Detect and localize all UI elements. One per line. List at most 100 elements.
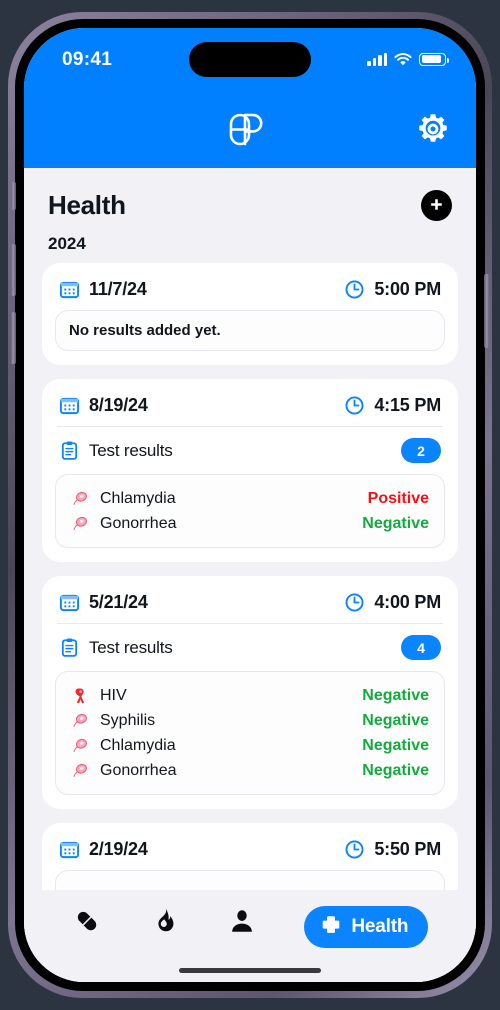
result-label-group: HIV <box>71 686 127 705</box>
result-value: Negative <box>362 736 429 754</box>
microbe-icon <box>73 738 87 752</box>
phone-screen: 09:41 Health 2024 11/7/24 5:00 PM No res… <box>24 28 476 982</box>
result-name: Gonorrhea <box>100 761 177 779</box>
power-button[interactable] <box>484 274 489 348</box>
result-name: Gonorrhea <box>100 514 177 532</box>
silent-switch[interactable] <box>11 182 16 210</box>
test-results-count-badge: 4 <box>401 635 441 660</box>
result-value: Negative <box>362 711 429 729</box>
status-bar-clock: 09:41 <box>62 49 113 70</box>
empty-results-text: No results added yet. <box>69 322 221 339</box>
health-record-card[interactable]: 5/21/24 4:00 PM Test results 4 HIV Negat… <box>42 576 458 809</box>
home-indicator <box>179 968 321 973</box>
ribbon-icon <box>75 688 85 704</box>
card-date: 2/19/24 <box>59 839 148 860</box>
clock-icon <box>345 280 364 299</box>
microbe-icon <box>73 491 87 505</box>
result-name: Chlamydia <box>100 489 176 507</box>
results-list: Chlamydia Positive Gonorrhea Negative <box>55 474 445 548</box>
test-results-header: Test results 2 <box>55 427 445 474</box>
calendar-icon <box>59 397 80 415</box>
result-label-group: Chlamydia <box>71 736 176 755</box>
medical-cross-icon <box>323 916 340 933</box>
card-time-text: 5:50 PM <box>374 839 441 859</box>
person-icon[interactable] <box>227 906 257 936</box>
result-name: Chlamydia <box>100 736 176 754</box>
status-bar: 09:41 <box>24 28 476 90</box>
dynamic-island <box>189 42 311 77</box>
test-results-label: Test results <box>89 440 173 460</box>
battery-icon <box>419 52 449 66</box>
test-results-count-badge: 2 <box>401 438 441 463</box>
results-list: HIV Negative Syphilis Negative Chlamydia… <box>55 671 445 795</box>
cellular-signal-icon <box>367 52 387 66</box>
plus-icon <box>431 199 442 210</box>
year-section-header: 2024 <box>48 234 86 253</box>
card-date-text: 5/21/24 <box>89 592 148 612</box>
microbe-icon <box>73 763 87 777</box>
add-record-button[interactable] <box>421 190 452 221</box>
card-date-text: 8/19/24 <box>89 395 148 415</box>
microbe-icon <box>73 713 87 727</box>
gear-icon[interactable] <box>416 112 450 146</box>
card-date: 8/19/24 <box>59 395 148 416</box>
phone-frame: 09:41 Health 2024 11/7/24 5:00 PM No res… <box>8 12 492 998</box>
card-date: 5/21/24 <box>59 592 148 613</box>
volume-up-button[interactable] <box>11 244 16 296</box>
result-label-group: Chlamydia <box>71 489 176 508</box>
status-bar-indicators <box>367 52 449 66</box>
card-header: 2/19/24 5:50 PM <box>55 836 445 870</box>
card-date-text: 11/7/24 <box>89 279 147 299</box>
clipboard-icon <box>61 638 78 657</box>
result-row: Chlamydia Negative <box>69 733 431 758</box>
wifi-icon <box>394 52 412 65</box>
calendar-icon <box>59 281 80 299</box>
clipboard-icon <box>61 441 78 460</box>
page-title: Health <box>48 190 126 220</box>
test-results-header: Test results 4 <box>55 624 445 671</box>
result-value: Negative <box>362 761 429 779</box>
card-time-text: 4:15 PM <box>374 395 441 415</box>
content-sheet: Health 2024 11/7/24 5:00 PM No results a… <box>24 168 476 982</box>
screenshot-stage: 09:41 Health 2024 11/7/24 5:00 PM No res… <box>0 0 500 1010</box>
result-name: HIV <box>100 686 127 704</box>
pill-icon[interactable] <box>72 906 102 936</box>
result-label-group: Gonorrhea <box>71 761 177 780</box>
health-record-card[interactable]: 8/19/24 4:15 PM Test results 2 Chlamydia… <box>42 379 458 562</box>
result-value: Negative <box>362 686 429 704</box>
card-time-text: 5:00 PM <box>374 279 441 299</box>
flame-icon[interactable] <box>149 906 179 936</box>
test-results-label-group: Test results <box>59 440 173 461</box>
content-scroll-area[interactable]: Health 2024 11/7/24 5:00 PM No results a… <box>24 168 476 925</box>
volume-down-button[interactable] <box>11 312 16 364</box>
card-header: 11/7/24 5:00 PM <box>55 276 445 310</box>
clock-icon <box>345 593 364 612</box>
clock-icon <box>345 396 364 415</box>
result-name: Syphilis <box>100 711 156 729</box>
phone-bezel: 09:41 Health 2024 11/7/24 5:00 PM No res… <box>15 19 485 991</box>
result-value: Positive <box>367 489 429 507</box>
app-header <box>24 90 476 168</box>
card-header: 5/21/24 4:00 PM <box>55 589 445 623</box>
pill-p-logo-icon <box>229 113 263 146</box>
result-label-group: Gonorrhea <box>71 514 177 533</box>
result-row: Chlamydia Positive <box>69 486 431 511</box>
health-record-card[interactable]: 11/7/24 5:00 PM No results added yet. <box>42 263 458 365</box>
card-time: 5:00 PM <box>344 279 441 300</box>
card-date: 11/7/24 <box>59 279 147 300</box>
result-row: Gonorrhea Negative <box>69 758 431 783</box>
card-date-text: 2/19/24 <box>89 839 148 859</box>
empty-results-box: No results added yet. <box>55 310 445 351</box>
card-time-text: 4:00 PM <box>374 592 441 612</box>
page-title-row: Health <box>42 168 458 221</box>
card-header: 8/19/24 4:15 PM <box>55 392 445 426</box>
calendar-icon <box>59 841 80 859</box>
calendar-icon <box>59 594 80 612</box>
result-row: Gonorrhea Negative <box>69 511 431 536</box>
card-time: 4:00 PM <box>344 592 441 613</box>
clock-icon <box>345 840 364 859</box>
card-time: 4:15 PM <box>344 395 441 416</box>
result-value: Negative <box>362 514 429 532</box>
result-row: Syphilis Negative <box>69 708 431 733</box>
tab-health[interactable]: Health <box>304 906 429 948</box>
